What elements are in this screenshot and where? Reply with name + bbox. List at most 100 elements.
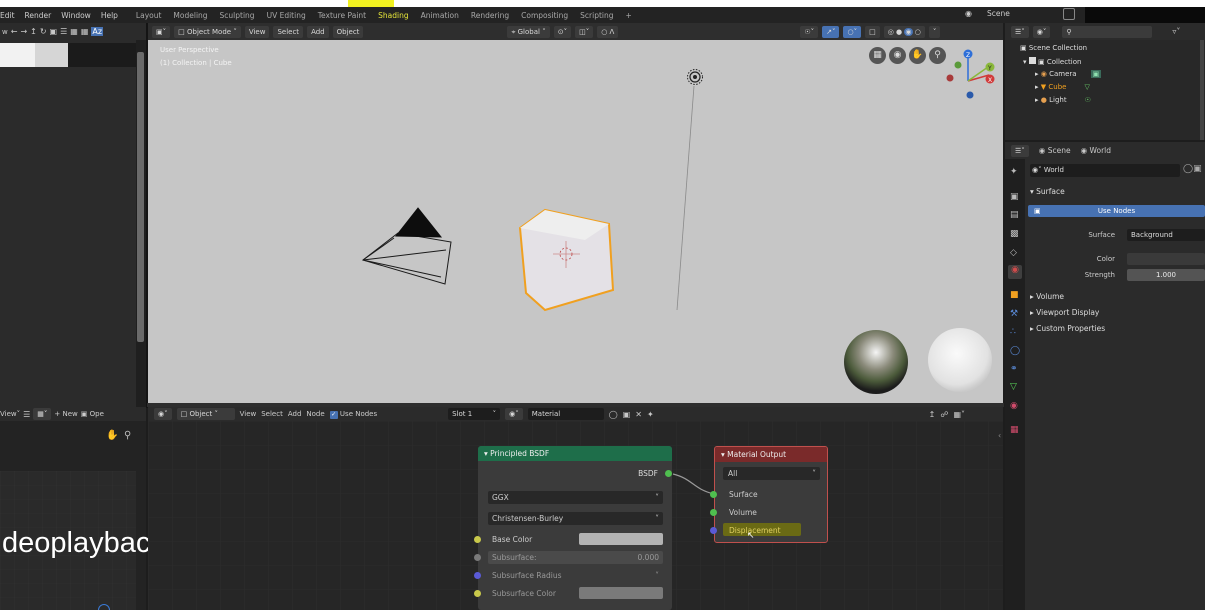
collection-row[interactable]: ▾ ▣ Collection [1023, 57, 1081, 66]
new-image-button[interactable]: + New [54, 410, 77, 418]
node-editor-type[interactable]: ◉˅ [154, 408, 172, 420]
distribution-select[interactable]: GGX ˅ [488, 491, 663, 504]
scene-name[interactable]: Scene [987, 9, 1010, 18]
scene-tab[interactable]: ◉ Scene [1039, 146, 1071, 155]
shading-options-icon[interactable]: ˅ [928, 25, 941, 38]
menu-render[interactable]: Render [25, 11, 52, 20]
tab-compositing[interactable]: Compositing [521, 11, 568, 20]
snap-icon[interactable]: ◫˅ [575, 25, 594, 38]
area-divider[interactable] [146, 23, 148, 408]
node-canvas[interactable]: ▾ Principled BSDF BSDF GGX ˅ Christensen-… [148, 421, 1003, 610]
material-tab-icon[interactable]: ◉ [1010, 401, 1018, 411]
viewport-menu-add[interactable]: Add [307, 25, 329, 38]
use-nodes-toggle[interactable]: ✓ Use Nodes [329, 410, 377, 419]
mesh-data-icon[interactable]: ▽ [1084, 83, 1089, 91]
camera-data-icon[interactable]: ▣ [1090, 70, 1102, 78]
hamburger-icon[interactable]: ☰ [23, 410, 30, 419]
menu-window[interactable]: Window [61, 11, 91, 20]
render-tab-icon[interactable]: ▣ [1010, 192, 1019, 202]
filter-icon[interactable]: ▿˅ [1172, 27, 1180, 36]
snap-node-icon[interactable]: ☍ [940, 410, 948, 419]
pin-icon[interactable]: ✦ [647, 410, 654, 419]
subsurface-field[interactable]: Subsurface: 0.000 [488, 551, 663, 564]
bsdf-output-socket[interactable] [665, 470, 672, 477]
world-props-tab-icon[interactable]: ◉ [1008, 265, 1022, 279]
viewport-menu-object[interactable]: Object [332, 25, 364, 38]
node-menu-view[interactable]: View [240, 410, 257, 418]
tab-rendering[interactable]: Rendering [471, 11, 509, 20]
camera-object[interactable] [361, 207, 452, 285]
output-tab-icon[interactable]: ▤ [1010, 210, 1019, 220]
add-workspace-button[interactable]: + [626, 11, 632, 20]
tab-animation[interactable]: Animation [421, 11, 459, 20]
surface-panel-header[interactable]: ▾ Surface [1030, 187, 1065, 196]
tab-texture-paint[interactable]: Texture Paint [318, 11, 366, 20]
sort-icon[interactable]: Az [91, 27, 104, 36]
display-mode-icon[interactable]: ◉˅ [1032, 25, 1051, 38]
zoom-icon-2d[interactable]: ⚲ [124, 430, 131, 441]
pan-hand-icon-2d[interactable]: ✋ [106, 430, 118, 441]
backdrop-icon[interactable]: ▦˅ [953, 410, 965, 419]
tab-modeling[interactable]: Modeling [173, 11, 207, 20]
node-menu-node[interactable]: Node [306, 410, 324, 418]
thumb-view-icon[interactable]: ▦ [70, 27, 78, 36]
mode-select[interactable]: □ Object Mode ˅ [174, 25, 241, 38]
volume-input-socket[interactable] [710, 509, 717, 516]
material-browse-icon[interactable]: ◉˅ [505, 408, 523, 420]
particles-tab-icon[interactable]: ∴ [1010, 327, 1016, 337]
menu-help[interactable]: Help [101, 11, 118, 20]
world-tab[interactable]: ◉ World [1081, 146, 1111, 155]
data-tab-icon[interactable]: ▽ [1010, 382, 1017, 392]
custom-properties-panel-header[interactable]: ▸ Custom Properties [1030, 324, 1105, 333]
tool-tab-icon[interactable]: ✦ [1010, 167, 1018, 177]
fake-user-icon[interactable]: ◯▣ [1183, 164, 1202, 174]
output-target-select[interactable]: All ˅ [723, 467, 820, 480]
overlay-toggle-icon[interactable]: ○˅ [843, 25, 862, 38]
displacement-input-socket[interactable] [710, 527, 717, 534]
sidebar-toggle-icon[interactable]: ‹ [998, 431, 1001, 440]
view-dropdown-icon[interactable]: w [2, 28, 8, 36]
volume-panel-header[interactable]: ▸ Volume [1030, 292, 1064, 301]
base-color-socket[interactable] [474, 536, 481, 543]
color-swatch[interactable] [1127, 253, 1205, 265]
node-menu-select[interactable]: Select [261, 410, 283, 418]
xray-icon[interactable]: □ [865, 25, 880, 38]
thumbnail-white[interactable] [0, 43, 35, 67]
scene-collection-row[interactable]: ▣ Scene Collection [1020, 44, 1087, 52]
thumbnail-dark[interactable] [68, 43, 136, 67]
shading-modes[interactable]: ◎ ● ◉ ○ [883, 25, 925, 38]
viewport-menu-view[interactable]: View [244, 25, 270, 38]
grid-view-icon[interactable]: ▦ [81, 27, 89, 36]
outliner-item-camera[interactable]: ▸ ◉ Camera ▣ [1035, 70, 1102, 78]
subsurface-radius-socket[interactable] [474, 572, 481, 579]
view-layer-tab-icon[interactable]: ▩ [1010, 229, 1019, 239]
subsurface-color-socket[interactable] [474, 590, 481, 597]
bsdf-node-header[interactable]: ▾ Principled BSDF [478, 446, 672, 461]
slot-select[interactable]: Slot 1 ˅ [448, 408, 501, 420]
light-data-icon[interactable]: ☉ [1085, 96, 1091, 104]
arrow-right-icon[interactable]: → [20, 27, 27, 36]
arrow-left-icon[interactable]: ← [11, 27, 18, 36]
surface-shader-field[interactable]: Background [1127, 229, 1205, 241]
scrollbar-thumb[interactable] [137, 52, 144, 342]
thumbnail-grey[interactable] [35, 43, 68, 67]
physics-tab-icon[interactable]: ◯ [1010, 346, 1020, 356]
visibility-icon[interactable]: ☉˅ [800, 25, 819, 38]
proportional-icon[interactable]: ○ Λ [597, 25, 619, 38]
subsurface-color-swatch[interactable] [579, 587, 663, 599]
outliner-search[interactable]: ⚲ [1062, 25, 1153, 38]
subsurface-method-select[interactable]: Christensen-Burley ˅ [488, 512, 663, 525]
use-nodes-button[interactable]: ▣ Use Nodes [1028, 205, 1205, 217]
modifier-tab-icon[interactable]: ⚒ [1010, 309, 1018, 319]
folder-icon[interactable]: ▣ [50, 27, 58, 36]
gizmo-toggle-icon[interactable]: ↗˅ [822, 25, 840, 38]
tab-uv-editing[interactable]: UV Editing [267, 11, 306, 20]
scene-icon[interactable]: ◉ [965, 9, 972, 18]
world-selector[interactable]: ◉˅ World [1030, 164, 1180, 177]
object-tab-icon[interactable]: ■ [1010, 290, 1019, 300]
outliner-scrollbar[interactable] [1200, 40, 1204, 140]
refresh-icon[interactable]: ↻ [40, 27, 47, 36]
parent-icon[interactable]: ↥ [30, 27, 37, 36]
material-unlink-icon[interactable]: ✕ [635, 410, 642, 419]
file-view-menu[interactable]: View˅ [0, 410, 20, 418]
